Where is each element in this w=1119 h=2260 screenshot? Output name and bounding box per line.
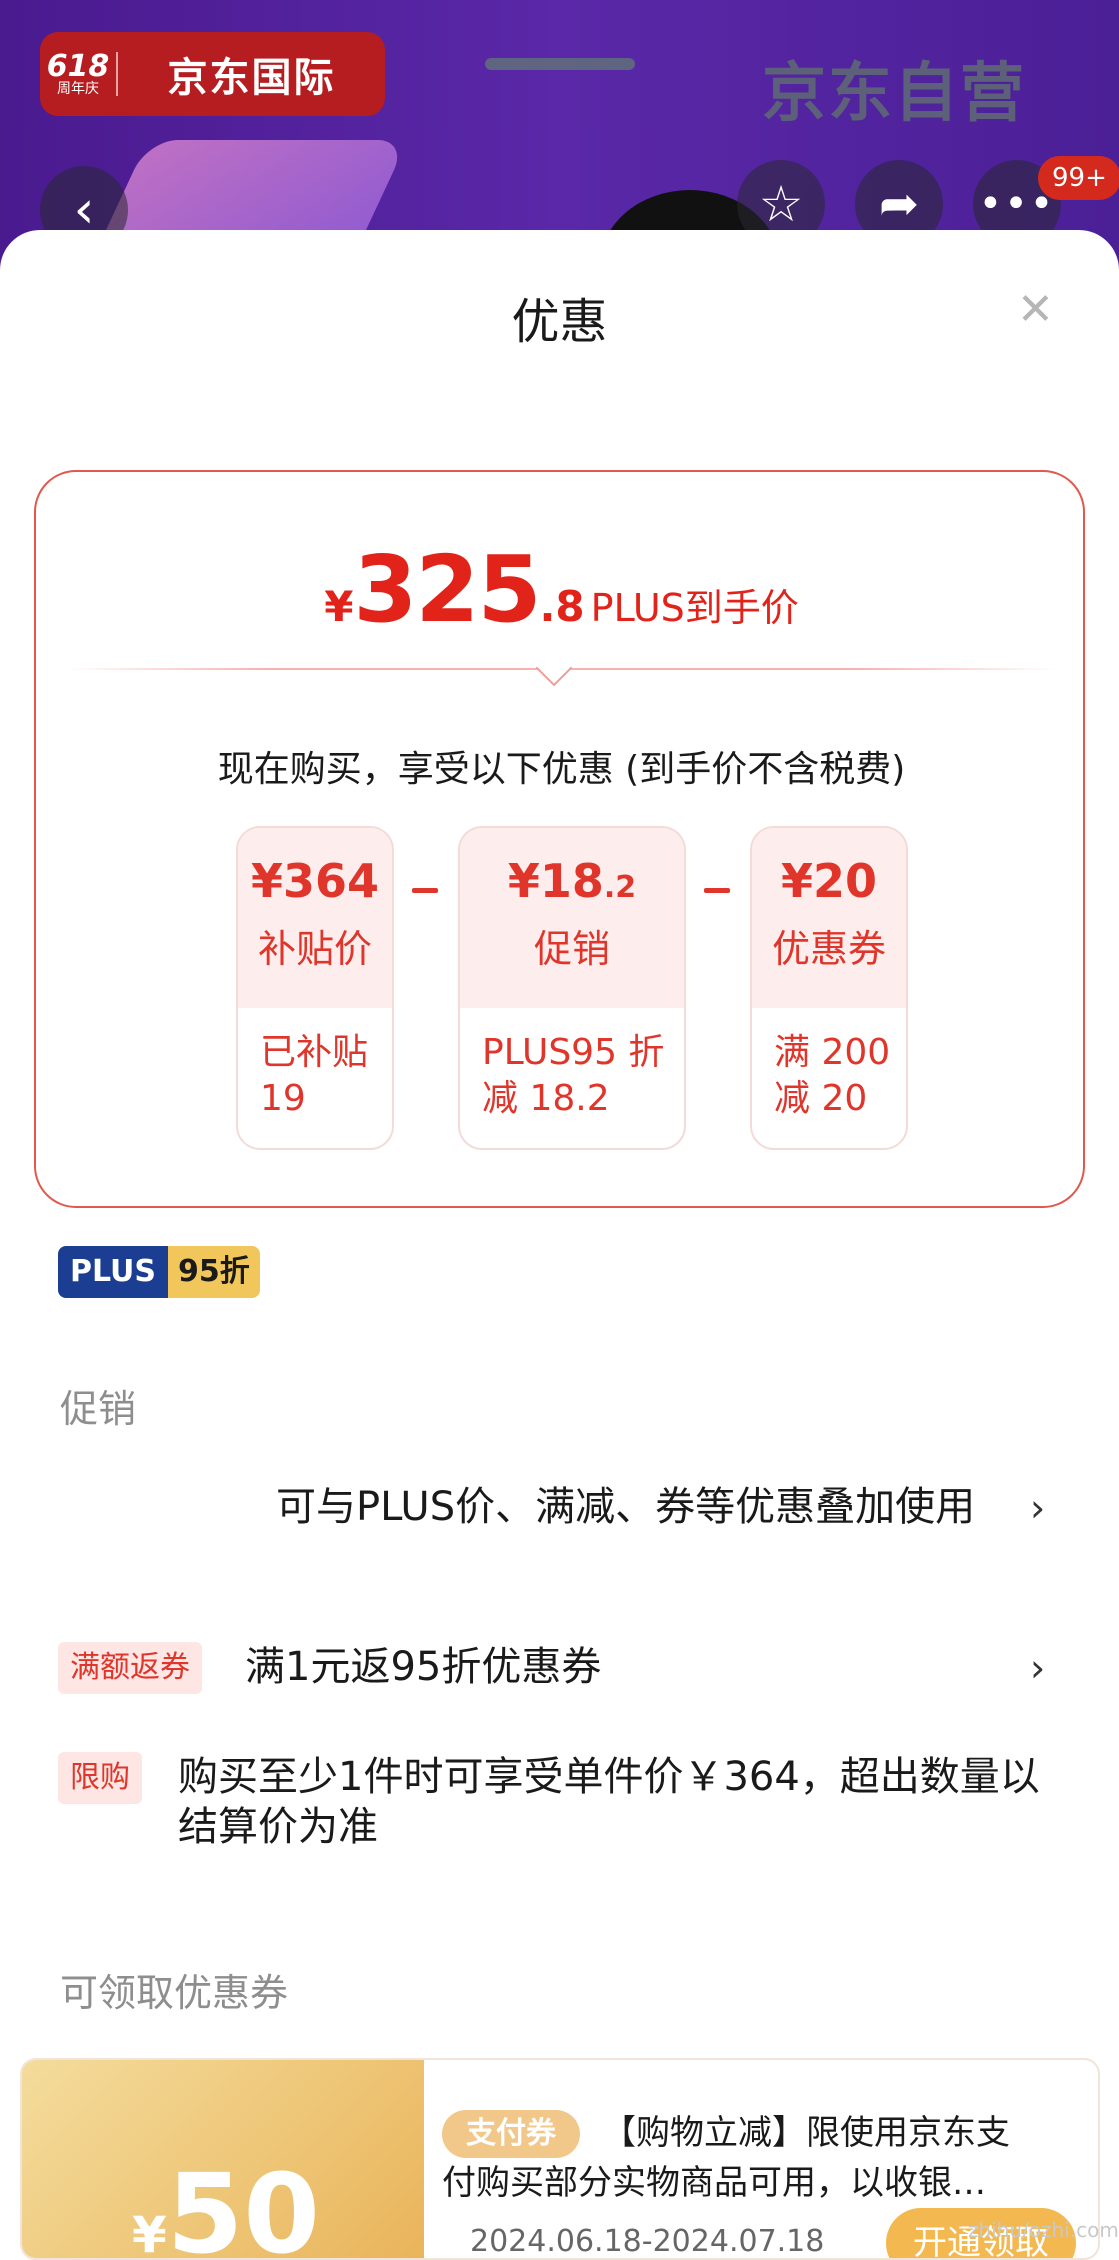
brand-label: 京东国际 <box>167 55 336 101</box>
plus-discount-tag: PLUS 95折 <box>58 1246 260 1298</box>
coupon-validity: 2024.06.18-2024.07.18 <box>470 2224 825 2259</box>
breakdown-amount-suffix: .2 <box>603 870 637 905</box>
coupon-value-panel: ¥50 <box>22 2060 424 2260</box>
badge-618-number: 618 <box>46 49 110 84</box>
breakdown-label: 优惠券 <box>771 927 886 971</box>
breakdown-amount: ¥364 <box>250 854 380 908</box>
price-description: 现在购买，享受以下优惠 (到手价不含税费) <box>217 749 906 790</box>
sheet-title: 优惠 <box>511 294 608 350</box>
price-label: PLUS到手价 <box>590 586 799 630</box>
self-operated-label: 京东自营 <box>762 57 1026 131</box>
coupon-value: 50 <box>166 2150 320 2260</box>
watermark: zhihu/ozhi.com <box>968 2218 1119 2242</box>
close-button[interactable]: ✕ <box>1017 288 1054 332</box>
coupon-currency: ¥ <box>132 2206 167 2260</box>
breakdown-detail-line2: 减 18.2 <box>482 1078 610 1119</box>
breakdown-detail-line1: 满 200 <box>774 1032 891 1073</box>
price-decimal: .8 <box>539 582 585 631</box>
breakdown-amount: ¥20 <box>780 854 878 908</box>
promo-plus-text[interactable]: 可与PLUS价、满减、券等优惠叠加使用 <box>276 1482 996 1532</box>
promo-cashback-text[interactable]: 满1元返95折优惠券 <box>245 1642 1005 1692</box>
breakdown-label: 补贴价 <box>257 927 372 971</box>
badge-618-sub: 周年庆 <box>57 81 99 97</box>
breakdown-amount: ¥18 <box>507 854 604 908</box>
currency-symbol: ¥ <box>324 582 354 631</box>
plus-tag-label: PLUS <box>58 1246 169 1298</box>
breakdown-detail-line2: 19 <box>260 1078 306 1119</box>
notification-badge: 99+ <box>1038 156 1119 200</box>
breakdown-detail-line2: 减 20 <box>774 1078 868 1119</box>
plus-tag-discount: 95折 <box>168 1246 260 1298</box>
minus-sign <box>704 888 730 893</box>
breakdown-coupon: ¥20 优惠券 满 200 减 20 <box>750 826 908 1150</box>
breakdown-label: 促销 <box>533 927 610 971</box>
promo-tag-cashback: 满额返券 <box>58 1642 202 1694</box>
status-bar-pill <box>485 58 635 70</box>
promo-limit-text: 购买至少1件时可享受单件价￥364，超出数量以结算价为准 <box>178 1754 1040 1850</box>
chevron-right-icon[interactable]: › <box>1030 1486 1045 1530</box>
share-icon: ➦ <box>878 176 920 232</box>
breakdown-subsidy: ¥364 补贴价 已补贴 19 <box>236 826 394 1150</box>
promotions-heading: 促销 <box>60 1387 137 1431</box>
final-price: ¥325.8 PLUS到手价 <box>36 536 1087 643</box>
discount-sheet: 优惠 ✕ ¥325.8 PLUS到手价 现在购买，享受以下优惠 (到手价不含税费)… <box>0 230 1119 2260</box>
chevron-right-icon[interactable]: › <box>1030 1646 1045 1690</box>
coupon-type-tag: 支付券 <box>442 2110 580 2158</box>
close-icon: ✕ <box>1017 284 1054 335</box>
breakdown-detail-line1: 已补贴 <box>260 1032 369 1073</box>
breakdown-detail-line1: PLUS95 折 <box>482 1032 665 1073</box>
star-icon: ☆ <box>758 175 804 233</box>
breakdown-promotion: ¥18.2 促销 PLUS95 折 减 18.2 <box>458 826 686 1150</box>
jd-international-logo: 618 周年庆 京东国际 <box>40 32 385 116</box>
coupon-card: ¥50 【购物立减】限使用京东支付购买部分实物商品可用，以收银… 支付券 202… <box>20 2058 1100 2260</box>
price-summary-card: ¥325.8 PLUS到手价 现在购买，享受以下优惠 (到手价不含税费) ¥364… <box>34 470 1085 1208</box>
divider-notch <box>535 649 573 687</box>
anniversary-618-badge: 618 周年庆 <box>40 52 118 96</box>
promo-tag-limit: 限购 <box>58 1752 142 1804</box>
coupons-heading: 可领取优惠券 <box>60 1971 289 2015</box>
price-integer: 325 <box>353 536 541 643</box>
minus-sign <box>412 888 438 893</box>
